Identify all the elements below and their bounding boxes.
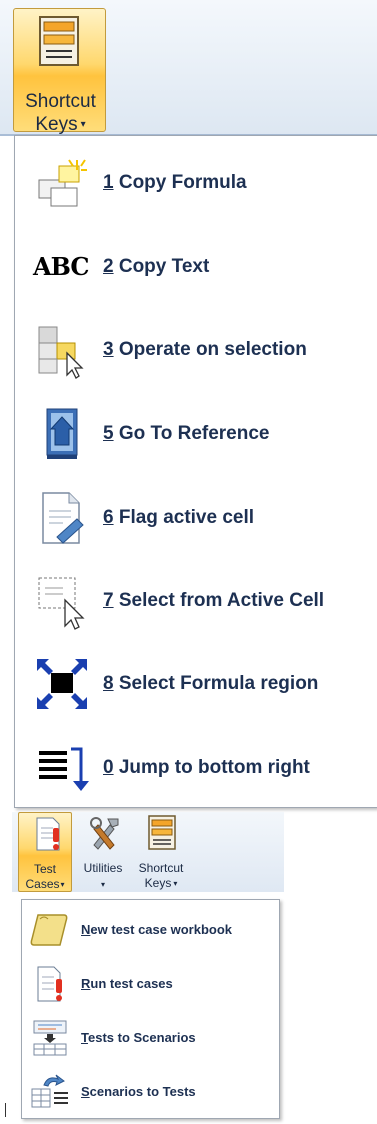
shortcut-keys-button-small[interactable]: Shortcut Keys ▾ (132, 812, 190, 892)
menu-item-label: 6 Flag active cell (103, 507, 255, 528)
menu-item-label: 7 Select from Active Cell (103, 590, 325, 611)
menu-item-tests-to-scenarios[interactable]: Tests to Scenarios (22, 1011, 279, 1065)
ribbon-bottom: Test Cases▾ Utilities ▾ Shortcut Keys ▾ (12, 812, 284, 892)
test-cases-button[interactable]: Test Cases▾ (18, 812, 72, 892)
go-to-reference-icon (46, 408, 78, 459)
menu-item-scenarios-to-tests[interactable]: Scenarios to Tests (22, 1065, 279, 1119)
menu-item-label: Run test cases (81, 976, 173, 991)
menu-item-operate-on-selection[interactable]: 3 Operate on selection (15, 309, 377, 389)
menu-item-run-test-cases[interactable]: Run test cases (22, 957, 279, 1011)
menu-item-label: 5 Go To Reference (103, 423, 270, 444)
menu-item-copy-formula[interactable]: 1 Copy Formula (15, 142, 377, 222)
dropdown-caret-icon: ▾ (173, 879, 178, 888)
shortcut-keys-button[interactable]: Shortcut Keys ▾ (13, 8, 106, 135)
flag-cell-icon (42, 492, 84, 544)
dropdown-caret-icon: ▾ (60, 880, 65, 889)
jump-bottom-right-icon (39, 747, 89, 791)
shortcut-keys-label-1: Shortcut (138, 861, 184, 875)
dropdown-caret-icon: ▾ (100, 880, 105, 889)
test-cases-icon (36, 817, 60, 851)
utilities-button[interactable]: Utilities ▾ (74, 812, 132, 892)
menu-item-label: 1 Copy Formula (103, 172, 247, 193)
menu-item-label: 3 Operate on selection (103, 339, 307, 360)
menu-item-label: New test case workbook (81, 922, 233, 937)
menu-item-label: 2 Copy Text (103, 256, 210, 277)
copy-text-icon: ABC (33, 252, 89, 281)
copy-formula-icon (38, 159, 87, 207)
test-cases-label-1: Test (33, 862, 56, 876)
menu-item-select-formula-region[interactable]: 8 Select Formula region (15, 643, 377, 723)
menu-item-label: 8 Select Formula region (103, 673, 319, 694)
new-workbook-icon (30, 914, 68, 946)
shortcut-keys-menu: 1 Copy Formula ABC 2 Copy Text 3 Operate… (14, 135, 377, 808)
tests-to-scenarios-icon (33, 1020, 67, 1056)
menu-item-select-from-active-cell[interactable]: 7 Select from Active Cell (15, 560, 377, 640)
menu-item-go-to-reference[interactable]: 5 Go To Reference (15, 393, 377, 473)
select-from-cell-icon (38, 577, 85, 630)
shortcut-keys-icon (148, 815, 176, 850)
scenarios-to-tests-icon (31, 1074, 68, 1108)
test-cases-menu: New test case workbook Run test cases Te… (21, 899, 280, 1119)
menu-item-label: 0 Jump to bottom right (103, 757, 310, 778)
menu-item-label: Tests to Scenarios (81, 1030, 196, 1045)
shortcut-keys-label-1: Shortcut (25, 91, 96, 112)
utilities-label: Utilities (83, 861, 123, 875)
menu-item-flag-active-cell[interactable]: 6 Flag active cell (15, 477, 377, 557)
dropdown-caret-icon: ▾ (80, 119, 86, 130)
select-region-icon (37, 659, 87, 709)
shortcut-keys-icon (39, 16, 79, 66)
run-tests-icon (37, 966, 62, 1002)
utilities-icon (90, 817, 119, 850)
menu-item-new-test-case-workbook[interactable]: New test case workbook (22, 903, 279, 957)
operate-selection-icon (38, 326, 84, 379)
divider-mark (5, 1103, 6, 1117)
shortcut-keys-label-2: Keys ▾ (144, 876, 178, 890)
menu-item-copy-text[interactable]: ABC 2 Copy Text (15, 226, 377, 306)
shortcut-keys-label-2: Keys ▾ (35, 114, 86, 135)
menu-item-jump-bottom-right[interactable]: 0 Jump to bottom right (15, 727, 377, 807)
menu-item-label: Scenarios to Tests (81, 1084, 196, 1099)
test-cases-label-2: Cases▾ (25, 877, 65, 891)
